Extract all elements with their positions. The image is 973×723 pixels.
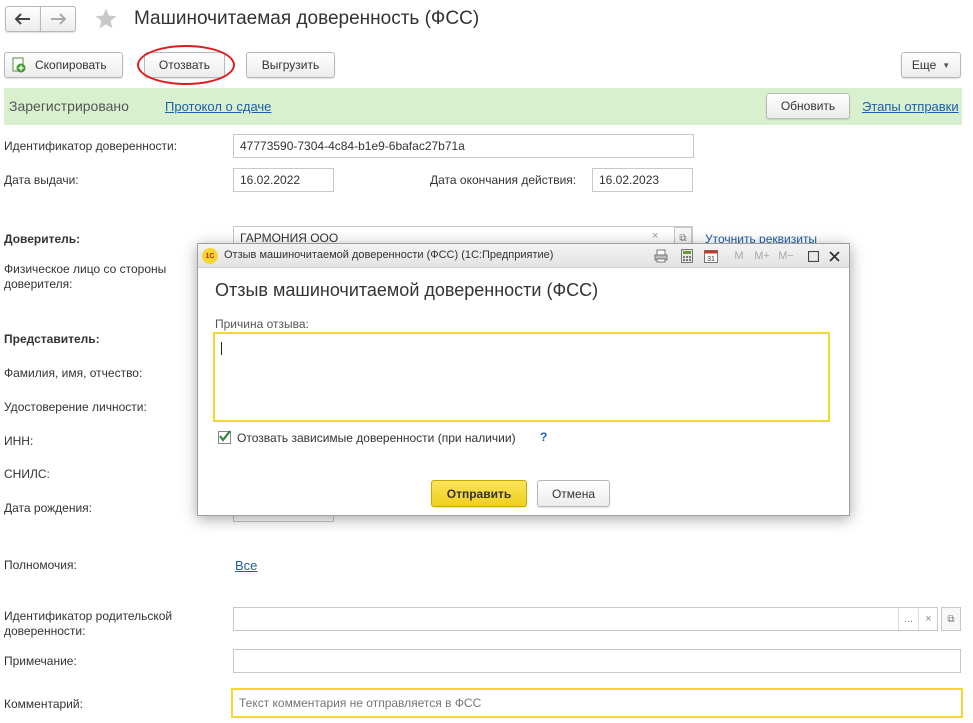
note-field[interactable] (233, 649, 961, 673)
principal-clear-icon[interactable]: × (652, 230, 658, 242)
dialog-window-title: Отзыв машиночитаемой доверенности (ФСС) … (224, 249, 554, 261)
favorite-star-icon[interactable] (94, 7, 118, 31)
end-date-label: Дата окончания действия: (430, 173, 577, 187)
arrow-right-icon (51, 13, 66, 25)
svg-text:31: 31 (707, 256, 715, 263)
dependent-checkbox[interactable] (218, 430, 231, 444)
print-icon[interactable] (653, 248, 669, 264)
parent-id-choose-button[interactable]: ... (898, 608, 918, 630)
forward-button[interactable] (40, 6, 76, 32)
principal-label: Доверитель: (4, 232, 81, 246)
issue-date-field[interactable]: 16.02.2022 (233, 168, 334, 192)
parent-id-clear-icon[interactable]: × (918, 608, 938, 630)
maximize-icon[interactable] (805, 248, 821, 264)
parent-id-open-icon[interactable]: ⧉ (941, 607, 961, 631)
cancel-button[interactable]: Отмена (537, 480, 610, 507)
id-doc-label: Удостоверение личности: (4, 400, 147, 414)
memory-m-button[interactable]: M (731, 248, 747, 264)
reason-textarea[interactable] (213, 332, 830, 422)
id-label: Идентификатор доверенности: (4, 139, 178, 153)
more-button-label: Еще (911, 58, 937, 72)
dependent-checkbox-label[interactable]: Отозвать зависимые доверенности (при нал… (237, 431, 516, 445)
calendar-icon[interactable]: 31 (703, 248, 719, 264)
refresh-button[interactable]: Обновить (766, 93, 850, 119)
arrow-left-icon (15, 13, 30, 25)
comment-input[interactable] (231, 688, 963, 718)
dropdown-triangle-icon: ▼ (942, 60, 951, 70)
copy-button[interactable]: Скопировать (4, 52, 123, 78)
stages-link[interactable]: Этапы отправки (862, 99, 959, 114)
page-title: Машиночитаемая доверенность (ФСС) (134, 8, 480, 29)
text-cursor (221, 342, 222, 355)
powers-link[interactable]: Все (235, 558, 257, 573)
close-icon[interactable] (826, 248, 842, 264)
issue-date-label: Дата выдачи: (4, 173, 79, 187)
status-text: Зарегистрировано (9, 98, 129, 114)
refresh-button-label: Обновить (780, 99, 836, 113)
revoke-dialog: 1С Отзыв машиночитаемой доверенности (ФС… (197, 243, 850, 516)
id-field[interactable]: 47773590-7304-4c84-b1e9-6bafac27b71a (233, 134, 694, 158)
parent-id-label: Идентификатор родительской доверенности: (4, 609, 173, 638)
powers-label: Полномочия: (4, 558, 77, 572)
comment-label: Комментарий: (4, 697, 83, 711)
person-label: Физическое лицо со стороны доверителя: (4, 262, 167, 291)
cancel-button-label: Отмена (551, 486, 596, 501)
memory-minus-button[interactable]: M− (776, 248, 796, 264)
note-label: Примечание: (4, 654, 77, 668)
dialog-title-bar: 1С Отзыв машиночитаемой доверенности (ФС… (198, 244, 849, 268)
fio-label: Фамилия, имя, отчество: (4, 366, 143, 380)
export-button[interactable]: Выгрузить (246, 52, 335, 78)
highlight-circle (137, 45, 235, 85)
checkmark-icon (219, 430, 231, 442)
send-button-label: Отправить (446, 486, 512, 501)
dialog-heading: Отзыв машиночитаемой доверенности (ФСС) (215, 280, 599, 300)
representative-label: Представитель: (4, 332, 100, 346)
export-button-label: Выгрузить (261, 58, 320, 72)
calculator-icon[interactable] (679, 248, 695, 264)
back-button[interactable] (5, 6, 41, 32)
snils-label: СНИЛС: (4, 467, 50, 481)
help-icon[interactable]: ? (540, 430, 547, 444)
more-menu-button[interactable]: Еще ▼ (901, 52, 961, 78)
copy-button-label: Скопировать (35, 58, 107, 72)
copy-icon (12, 57, 26, 73)
parent-id-field[interactable] (233, 607, 938, 631)
app-logo-icon: 1С (202, 248, 218, 264)
end-date-field[interactable]: 16.02.2023 (592, 168, 693, 192)
send-button[interactable]: Отправить (431, 480, 527, 507)
birth-date-label: Дата рождения: (4, 501, 92, 515)
inn-label: ИНН: (4, 434, 34, 448)
protocol-link[interactable]: Протокол о сдаче (165, 99, 271, 114)
memory-plus-button[interactable]: M+ (752, 248, 772, 264)
reason-label: Причина отзыва: (215, 317, 309, 331)
